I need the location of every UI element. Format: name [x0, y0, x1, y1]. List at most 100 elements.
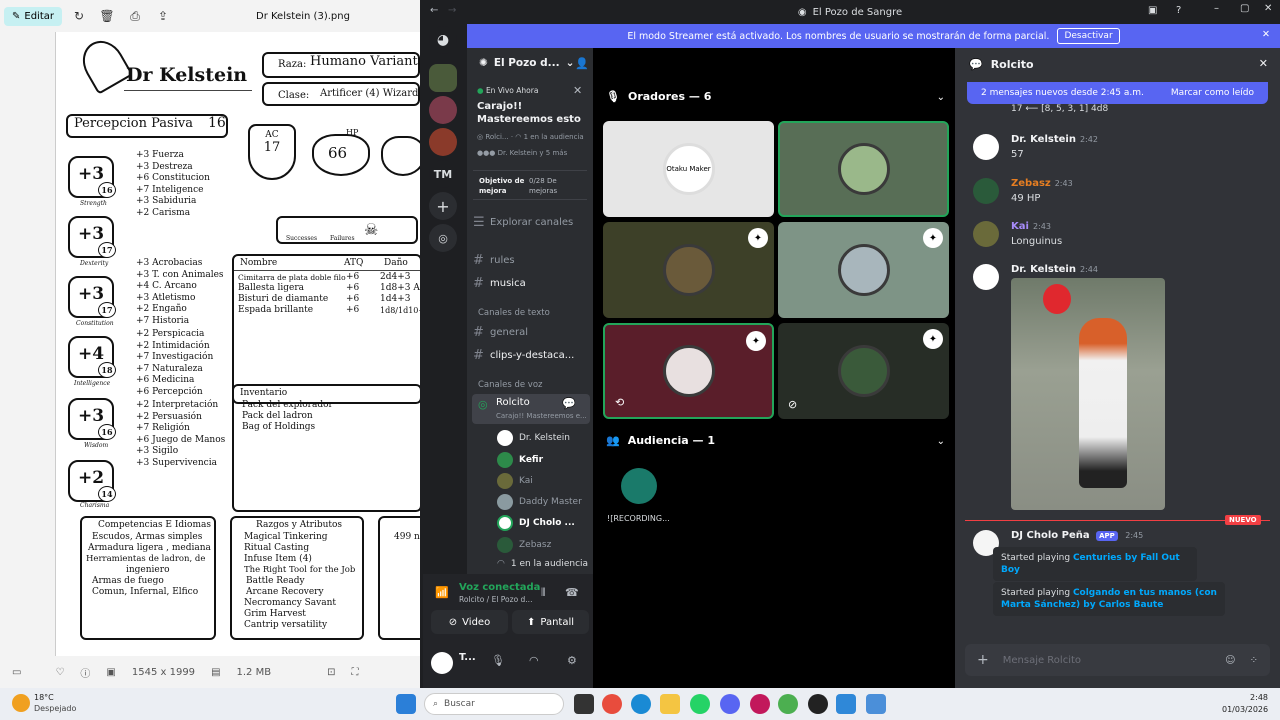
- channel-general[interactable]: # general: [473, 325, 528, 340]
- boost-goal[interactable]: Objetivo de mejora 0/28 De mejoras: [473, 170, 587, 200]
- speaker-tile[interactable]: ✦ ⊘: [778, 323, 949, 419]
- help-icon[interactable]: ?: [1176, 5, 1181, 16]
- explore-channels[interactable]: ☰ Explorar canales: [473, 215, 573, 230]
- forward-icon[interactable]: →: [448, 5, 456, 16]
- speaker-tile[interactable]: ✦ ⟲: [603, 323, 774, 419]
- audience-avatar[interactable]: [621, 468, 657, 504]
- chevron-down-icon[interactable]: ⌄: [937, 92, 945, 103]
- skill-item: +2 Persuasión: [136, 411, 202, 422]
- clock-date[interactable]: 01/03/2026: [1222, 705, 1268, 714]
- app-icon[interactable]: [778, 694, 798, 714]
- explore-servers-icon[interactable]: ◎: [429, 224, 457, 252]
- clock-time[interactable]: 2:48: [1222, 693, 1268, 702]
- taskbar-search[interactable]: ⌕ Buscar: [424, 693, 564, 715]
- server-icon[interactable]: [429, 64, 457, 92]
- channel-rules[interactable]: # rules: [473, 253, 515, 268]
- event-title[interactable]: Carajo!! Mastereemos esto: [477, 100, 585, 126]
- speaker-tile[interactable]: [778, 121, 949, 217]
- voice-user[interactable]: Kefir: [497, 452, 543, 468]
- chevron-down-icon[interactable]: ⌄: [937, 436, 945, 447]
- server-icon[interactable]: [429, 96, 457, 124]
- audience-header[interactable]: 👥 Audiencia — 1: [606, 434, 715, 447]
- server-icon[interactable]: [429, 128, 457, 156]
- ability-score: +4 18: [68, 336, 116, 378]
- noise-icon[interactable]: ⫴: [541, 586, 546, 600]
- app-icon[interactable]: [808, 694, 828, 714]
- close-banner-icon[interactable]: ✕: [1262, 29, 1270, 40]
- add-attachment-icon[interactable]: +: [977, 652, 989, 668]
- delete-icon[interactable]: 🗑: [96, 5, 118, 27]
- disconnect-icon[interactable]: ☎: [565, 586, 579, 599]
- speakers-header[interactable]: 🎙 Oradores — 6: [606, 90, 711, 103]
- info-icon[interactable]: ⓘ: [80, 665, 90, 680]
- settings-gear-icon[interactable]: ⚙: [567, 654, 577, 667]
- hp-value: 66: [328, 144, 348, 162]
- whatsapp-icon[interactable]: [690, 694, 710, 714]
- print-icon[interactable]: ⎙: [124, 5, 146, 27]
- competency-item: Armadura ligera , mediana: [88, 543, 211, 553]
- user-name[interactable]: T...: [459, 652, 476, 663]
- invite-icon[interactable]: 👤: [575, 57, 589, 70]
- close-chat-icon[interactable]: ✕: [1259, 57, 1268, 70]
- user-avatar[interactable]: [431, 652, 453, 674]
- inbox-icon[interactable]: ▣: [1148, 5, 1157, 16]
- voice-location[interactable]: Rolcito / El Pozo d...: [459, 595, 532, 604]
- add-server-icon[interactable]: +: [429, 192, 457, 220]
- voice-user[interactable]: DJ Cholo ...: [497, 515, 575, 531]
- disable-streamer-button[interactable]: Desactivar: [1057, 28, 1120, 44]
- favorite-icon[interactable]: ♡: [55, 667, 64, 678]
- category-voice[interactable]: Canales de voz: [478, 380, 542, 390]
- screen-share-button[interactable]: ⬆ Pantall: [512, 610, 589, 634]
- chrome-icon[interactable]: [602, 694, 622, 714]
- emoji-icon[interactable]: ☺: [1225, 655, 1235, 666]
- maximize-icon[interactable]: ▢: [1240, 3, 1249, 14]
- app-icon[interactable]: [866, 694, 886, 714]
- minimize-icon[interactable]: –: [1214, 3, 1219, 14]
- server-tm-icon[interactable]: TM: [429, 160, 457, 188]
- channel-musica[interactable]: # musica: [473, 276, 526, 291]
- headset-icon[interactable]: ◠: [529, 654, 539, 667]
- server-header[interactable]: ✺ El Pozo d... ⌄: [479, 57, 574, 69]
- apps-icon[interactable]: ⁘: [1250, 655, 1258, 666]
- voice-user[interactable]: Kai: [497, 473, 533, 489]
- message-input[interactable]: Mensaje Rolcito: [1003, 655, 1081, 666]
- start-icon[interactable]: [396, 694, 416, 714]
- voice-user[interactable]: Daddy Master: [497, 494, 582, 510]
- video-button[interactable]: ⊘ Video: [431, 610, 508, 634]
- task-view-icon[interactable]: [574, 694, 594, 714]
- back-icon[interactable]: ←: [430, 5, 438, 16]
- category-text[interactable]: Canales de texto: [478, 308, 550, 318]
- edit-button[interactable]: ✎ Editar: [4, 6, 62, 26]
- fit-icon[interactable]: ⊡: [327, 667, 335, 678]
- rotate-icon[interactable]: ↻: [68, 5, 90, 27]
- chat-bubble-icon[interactable]: 💬: [562, 397, 576, 410]
- weather-icon[interactable]: [12, 694, 30, 712]
- edge-icon[interactable]: [631, 694, 651, 714]
- skill-item: +2 Engaño: [136, 304, 187, 315]
- microphone-icon[interactable]: 🎙: [491, 654, 505, 667]
- channel-clips[interactable]: # clips-y-destaca...: [473, 348, 574, 363]
- voice-channel-rolcito[interactable]: ◎ Rolcito 💬 Carajo!! Mastereemos e...: [472, 394, 590, 424]
- weather-temp[interactable]: 18°C: [34, 693, 54, 702]
- app-icon[interactable]: [750, 694, 770, 714]
- mark-read-button[interactable]: Marcar como leído: [1171, 88, 1254, 98]
- discord-home-icon[interactable]: ◕: [429, 26, 457, 54]
- photos-icon[interactable]: [836, 694, 856, 714]
- audience-member-name[interactable]: ![RECORDING...: [607, 514, 670, 523]
- close-event-icon[interactable]: ✕: [573, 84, 582, 97]
- image-attachment[interactable]: [1011, 278, 1165, 510]
- new-messages-bar[interactable]: 2 mensajes nuevos desde 2:45 a.m. Marcar…: [967, 82, 1268, 104]
- fullscreen-icon[interactable]: ⛶: [351, 667, 358, 678]
- close-window-icon[interactable]: ✕: [1264, 3, 1272, 14]
- discord-taskbar-icon[interactable]: [720, 694, 740, 714]
- file-explorer-icon[interactable]: [660, 694, 680, 714]
- speaker-tile[interactable]: Otaku Maker: [603, 121, 774, 217]
- message-composer[interactable]: + Mensaje Rolcito ☺ ⁘: [965, 644, 1270, 676]
- speaker-tile[interactable]: ✦: [778, 222, 949, 318]
- share-icon[interactable]: ⇪: [152, 5, 174, 27]
- speaker-tile[interactable]: ✦: [603, 222, 774, 318]
- voice-user[interactable]: Zebasz: [497, 537, 551, 553]
- voice-user[interactable]: Dr. Kelstein: [497, 430, 570, 446]
- weather-desc[interactable]: Despejado: [34, 704, 76, 713]
- filmstrip-icon[interactable]: ▭: [12, 667, 21, 678]
